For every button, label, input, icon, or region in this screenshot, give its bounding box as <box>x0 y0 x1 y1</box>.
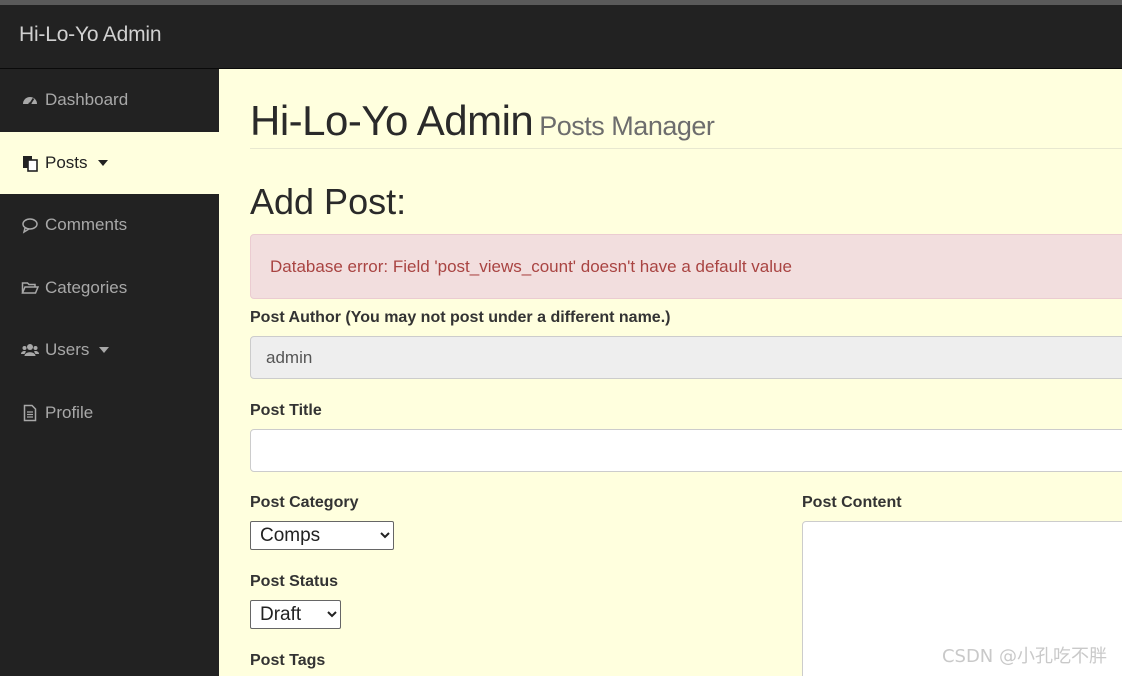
category-select[interactable]: Comps <box>250 521 394 550</box>
tags-label: Post Tags <box>250 652 326 669</box>
file-text-icon <box>21 404 39 422</box>
sidebar-item-profile[interactable]: Profile <box>0 382 219 445</box>
folder-open-icon <box>21 279 39 297</box>
page-subtitle: Posts Manager <box>539 111 715 141</box>
sidebar-item-dashboard[interactable]: Dashboard <box>0 69 219 132</box>
content-label: Post Content <box>802 494 902 511</box>
page-header: Hi-Lo-Yo Admin Posts Manager <box>250 97 1122 149</box>
category-label: Post Category <box>250 494 359 511</box>
posts-icon <box>21 154 39 172</box>
users-icon <box>21 341 39 359</box>
sidebar-item-comments[interactable]: Comments <box>0 194 219 257</box>
sidebar-item-label: Dashboard <box>45 90 129 110</box>
author-field[interactable] <box>250 336 1122 379</box>
page-title: Hi-Lo-Yo Admin Posts Manager <box>250 97 1122 145</box>
title-label: Post Title <box>250 402 322 419</box>
sidebar-item-posts[interactable]: Posts <box>0 131 219 194</box>
author-label: Post Author (You may not post under a di… <box>250 309 671 326</box>
sidebar-item-categories[interactable]: Categories <box>0 257 219 320</box>
status-select[interactable]: Draft <box>250 600 341 629</box>
sidebar-item-label: Categories <box>45 277 128 297</box>
sidebar-item-label: Comments <box>45 215 128 235</box>
status-label: Post Status <box>250 573 339 590</box>
top-navbar: Hi-Lo-Yo Admin <box>0 5 1122 69</box>
dashboard-icon <box>21 91 39 109</box>
sidebar: Dashboard Posts Comments Categories User… <box>0 69 219 676</box>
sidebar-item-label: Profile <box>45 402 94 422</box>
watermark: CSDN @小孔吃不胖 <box>941 646 1107 667</box>
sidebar-item-users[interactable]: Users <box>0 319 219 382</box>
sidebar-item-label: Posts <box>45 152 88 172</box>
title-field[interactable] <box>250 429 1122 472</box>
page-title-text: Hi-Lo-Yo Admin <box>250 97 534 144</box>
brand-link[interactable]: Hi-Lo-Yo Admin <box>19 23 162 47</box>
comment-icon <box>21 216 39 234</box>
chevron-down-icon <box>97 159 108 166</box>
error-alert: Database error: Field 'post_views_count'… <box>250 234 1122 299</box>
sidebar-item-label: Users <box>45 340 90 360</box>
chevron-down-icon <box>99 347 110 354</box>
section-title: Add Post: <box>250 181 407 222</box>
